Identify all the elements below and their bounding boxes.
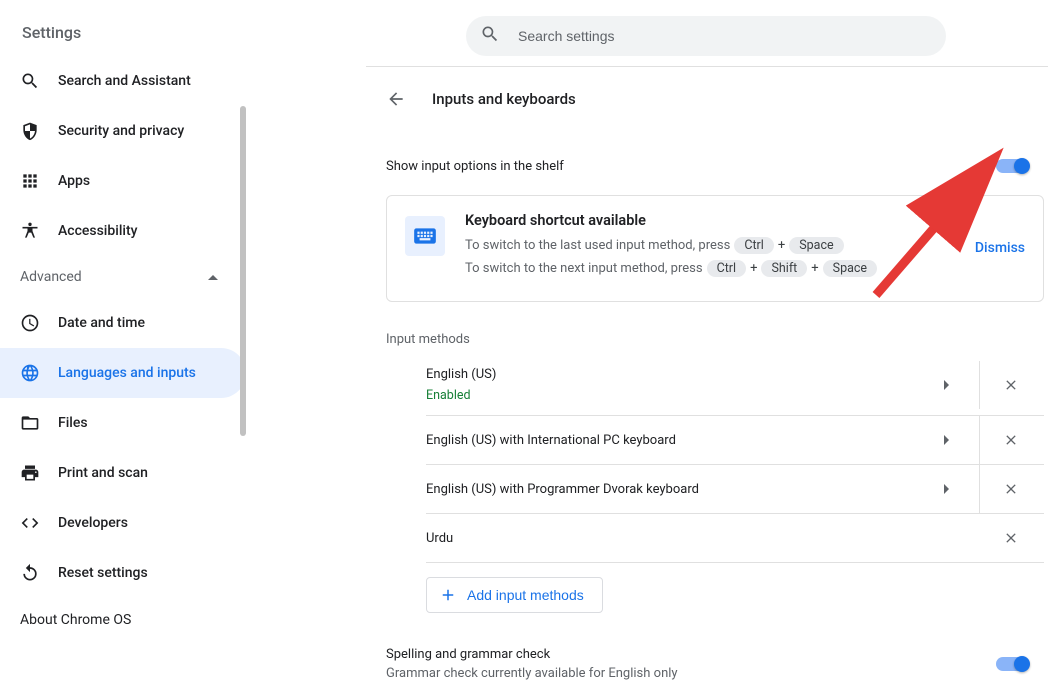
printer-icon xyxy=(20,463,40,483)
back-button[interactable] xyxy=(386,89,406,109)
input-methods-title: Input methods xyxy=(386,332,1044,347)
nav-files[interactable]: Files xyxy=(0,398,246,448)
method-name: English (US) with International PC keybo… xyxy=(426,433,918,448)
folder-icon xyxy=(20,413,40,433)
nav-accessibility[interactable]: Accessibility xyxy=(0,206,246,256)
search-input[interactable] xyxy=(518,28,932,44)
code-icon xyxy=(20,513,40,533)
show-shelf-row: Show input options in the shelf xyxy=(386,143,1044,189)
nav-label: Files xyxy=(58,415,88,431)
input-method-row[interactable]: English (US) with International PC keybo… xyxy=(426,416,1044,465)
search-icon xyxy=(480,24,500,48)
nav-label: Search and Assistant xyxy=(58,73,191,89)
nav-label: Accessibility xyxy=(58,223,137,239)
method-enabled-label: Enabled xyxy=(426,388,918,403)
plus-icon: + xyxy=(778,238,785,253)
show-shelf-label: Show input options in the shelf xyxy=(386,159,564,174)
nav-security-privacy[interactable]: Security and privacy xyxy=(0,106,246,156)
nav-developers[interactable]: Developers xyxy=(0,498,246,548)
close-icon xyxy=(1003,481,1019,497)
accessibility-icon xyxy=(20,221,40,241)
nav-label: Apps xyxy=(58,173,90,189)
main-panel: Inputs and keyboards Show input options … xyxy=(366,66,1048,684)
spell-title: Spelling and grammar check xyxy=(386,647,678,662)
nav-advanced-toggle[interactable]: Advanced xyxy=(0,256,246,298)
spell-grammar-row: Spelling and grammar check Grammar check… xyxy=(386,641,1044,684)
chevron-up-icon xyxy=(208,270,218,280)
sidebar-scrollbar[interactable] xyxy=(240,106,246,436)
key-ctrl: Ctrl xyxy=(707,260,747,277)
method-remove-button[interactable] xyxy=(980,465,1042,513)
nav-search-assistant[interactable]: Search and Assistant xyxy=(0,56,246,106)
nav-languages-inputs[interactable]: Languages and inputs xyxy=(0,348,246,398)
spell-toggle[interactable] xyxy=(996,657,1028,671)
page-header: Inputs and keyboards xyxy=(366,79,1048,119)
input-method-row[interactable]: English (US) Enabled xyxy=(426,355,1044,416)
chevron-right-icon xyxy=(944,484,954,494)
nav-label: Security and privacy xyxy=(58,123,184,139)
add-label: Add input methods xyxy=(467,587,584,603)
tip-title: Keyboard shortcut available xyxy=(465,212,955,229)
method-name: English (US) with Programmer Dvorak keyb… xyxy=(426,482,918,497)
nav-label: Developers xyxy=(58,515,128,531)
input-method-row[interactable]: Urdu xyxy=(426,514,1044,563)
method-remove-button[interactable] xyxy=(980,361,1042,409)
search-box[interactable] xyxy=(466,16,946,56)
method-expand-button[interactable] xyxy=(918,416,980,464)
chevron-right-icon xyxy=(944,380,954,390)
nav-label: Date and time xyxy=(58,315,145,331)
tip-line1-text: To switch to the last used input method,… xyxy=(465,238,730,253)
add-input-methods-button[interactable]: Add input methods xyxy=(426,577,603,613)
nav-label: Print and scan xyxy=(58,465,148,481)
close-icon xyxy=(1003,530,1019,546)
plus-icon xyxy=(439,586,457,604)
advanced-label: Advanced xyxy=(20,269,82,285)
nav-reset-settings[interactable]: Reset settings xyxy=(0,548,246,598)
keyboard-shortcut-card: Keyboard shortcut available To switch to… xyxy=(386,195,1044,302)
nav-print-scan[interactable]: Print and scan xyxy=(0,448,246,498)
shield-icon xyxy=(20,121,40,141)
method-expand-button[interactable] xyxy=(918,361,980,409)
apps-icon xyxy=(20,171,40,191)
app-title: Settings xyxy=(22,23,81,42)
method-name: Urdu xyxy=(426,531,980,546)
search-icon xyxy=(20,71,40,91)
close-icon xyxy=(1003,432,1019,448)
about-label: About Chrome OS xyxy=(20,612,131,628)
plus-icon: + xyxy=(750,261,757,276)
nav-about-chrome-os[interactable]: About Chrome OS xyxy=(0,598,246,642)
nav-date-time[interactable]: Date and time xyxy=(0,298,246,348)
keyboard-icon xyxy=(405,216,445,256)
method-remove-button[interactable] xyxy=(980,416,1042,464)
tip-line-2: To switch to the next input method, pres… xyxy=(465,260,955,277)
chevron-right-icon xyxy=(944,435,954,445)
reset-icon xyxy=(20,563,40,583)
clock-icon xyxy=(20,313,40,333)
key-space: Space xyxy=(789,237,843,254)
key-ctrl: Ctrl xyxy=(734,237,774,254)
method-name: English (US) xyxy=(426,367,918,382)
globe-icon xyxy=(20,363,40,383)
tip-line2-text: To switch to the next input method, pres… xyxy=(465,261,703,276)
sidebar: Search and Assistant Security and privac… xyxy=(0,56,246,684)
input-method-row[interactable]: English (US) with Programmer Dvorak keyb… xyxy=(426,465,1044,514)
nav-label: Languages and inputs xyxy=(58,365,196,381)
plus-icon: + xyxy=(811,261,818,276)
close-icon xyxy=(1003,377,1019,393)
page-title: Inputs and keyboards xyxy=(432,90,576,108)
method-remove-button[interactable] xyxy=(980,514,1042,562)
tip-line-1: To switch to the last used input method,… xyxy=(465,237,955,254)
nav-apps[interactable]: Apps xyxy=(0,156,246,206)
key-space: Space xyxy=(823,260,877,277)
dismiss-button[interactable]: Dismiss xyxy=(975,240,1025,256)
method-expand-button[interactable] xyxy=(918,465,980,513)
key-shift: Shift xyxy=(761,260,807,277)
nav-label: Reset settings xyxy=(58,565,148,581)
spell-sub: Grammar check currently available for En… xyxy=(386,666,678,681)
input-methods-list: English (US) Enabled English (US) with Int… xyxy=(426,355,1044,563)
show-shelf-toggle[interactable] xyxy=(996,159,1028,173)
